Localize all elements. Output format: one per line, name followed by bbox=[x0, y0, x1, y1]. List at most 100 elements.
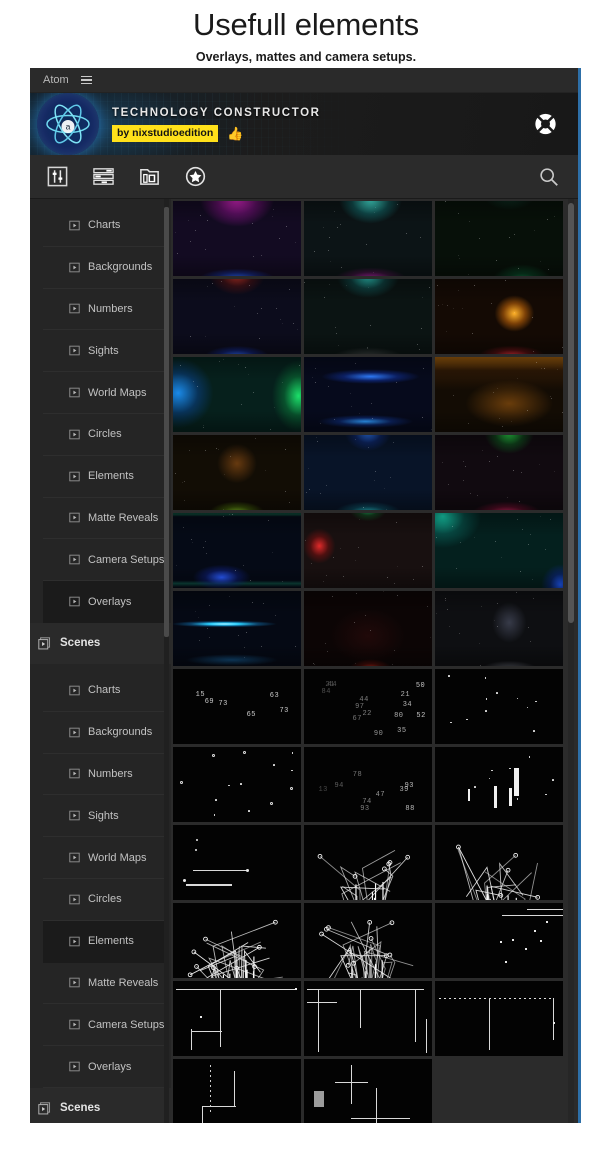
sidebar-item-elements[interactable]: Elements bbox=[43, 921, 165, 963]
thumbnail-item[interactable] bbox=[304, 435, 432, 510]
play-box-icon bbox=[69, 810, 80, 821]
sidebar-item-camera-setups[interactable]: Camera Setups bbox=[43, 539, 165, 581]
thumbnail-item[interactable] bbox=[304, 1059, 432, 1123]
grid-scrollbar-thumb[interactable] bbox=[568, 203, 574, 623]
play-box-icon bbox=[69, 220, 80, 231]
sidebar-item-label: Charts bbox=[88, 219, 120, 231]
sidebar-item-matte-reveals[interactable]: Matte Reveals bbox=[43, 963, 165, 1005]
sidebar-item-label: Circles bbox=[88, 428, 122, 440]
thumbnail-item[interactable] bbox=[173, 825, 301, 900]
thumbnail-item[interactable] bbox=[173, 591, 301, 666]
thumbnail-item[interactable] bbox=[435, 747, 563, 822]
thumbnail-item[interactable] bbox=[304, 825, 432, 900]
play-box-icon bbox=[69, 345, 80, 356]
thumbnail-item[interactable] bbox=[173, 513, 301, 588]
sidebar-item-circles[interactable]: Circles bbox=[43, 414, 165, 456]
life-ring-icon[interactable] bbox=[531, 110, 560, 139]
sidebar-item-label: Overlays bbox=[88, 596, 131, 608]
list-icon[interactable] bbox=[91, 165, 115, 189]
play-box-icon bbox=[69, 554, 80, 565]
sidebar-group: Charts Backgrounds Numbers Sights World Maps… bbox=[30, 199, 171, 623]
sidebar-item-label: Camera Setups bbox=[88, 554, 164, 566]
sidebar-item-world-maps[interactable]: World Maps bbox=[43, 837, 165, 879]
thumbnail-item[interactable] bbox=[435, 591, 563, 666]
play-box-icon bbox=[69, 936, 80, 947]
sidebar-item-label: Matte Reveals bbox=[88, 977, 158, 989]
sidebar-item-overlays[interactable]: Overlays bbox=[43, 1046, 165, 1088]
thumbnail-item[interactable] bbox=[173, 903, 301, 978]
thumbnail-item[interactable] bbox=[435, 825, 563, 900]
window-titlebar: Atom bbox=[30, 68, 578, 93]
sidebar-scrollbar-thumb[interactable] bbox=[164, 207, 169, 637]
sidebar-item-label: Charts bbox=[88, 684, 120, 696]
sidebar-item-label: World Maps bbox=[88, 852, 146, 864]
sidebar-item-circles[interactable]: Circles bbox=[43, 879, 165, 921]
hamburger-icon[interactable] bbox=[81, 76, 92, 85]
thumbs-up-icon[interactable]: 👍 bbox=[227, 127, 243, 140]
thumbnail-item[interactable] bbox=[304, 279, 432, 354]
thumbnail-item[interactable] bbox=[304, 591, 432, 666]
sidebar-item-numbers[interactable]: Numbers bbox=[43, 754, 165, 796]
sidebar-item-sights[interactable]: Sights bbox=[43, 795, 165, 837]
thumbnail-item[interactable] bbox=[173, 201, 301, 276]
sidebar-item-backgrounds[interactable]: Backgrounds bbox=[43, 712, 165, 754]
play-box-icon bbox=[69, 303, 80, 314]
sidebar-item-label: Overlays bbox=[88, 1061, 131, 1073]
sliders-icon[interactable] bbox=[45, 165, 69, 189]
thumbnail-item[interactable] bbox=[173, 981, 301, 1056]
play-box-icon bbox=[69, 596, 80, 607]
sidebar-scenes-label: Scenes bbox=[60, 1102, 100, 1114]
sidebar-item-label: Sights bbox=[88, 345, 119, 357]
thumbnail-item[interactable] bbox=[173, 435, 301, 510]
sidebar-scenes-row[interactable]: Scenes bbox=[30, 1088, 171, 1123]
sidebar-item-world-maps[interactable]: World Maps bbox=[43, 372, 165, 414]
sidebar-scroll-area[interactable]: Charts Backgrounds Numbers Sights World Maps… bbox=[30, 199, 171, 1123]
stacked-play-box-icon bbox=[38, 637, 51, 650]
thumbnail-item[interactable]: 889374139439479378 bbox=[304, 747, 432, 822]
thumbnail-item[interactable]: 657315736963 bbox=[173, 669, 301, 744]
thumbnail-item[interactable] bbox=[435, 435, 563, 510]
sidebar-item-elements[interactable]: Elements bbox=[43, 456, 165, 498]
sidebar-item-matte-reveals[interactable]: Matte Reveals bbox=[43, 498, 165, 540]
play-box-icon bbox=[69, 727, 80, 738]
sidebar-item-numbers[interactable]: Numbers bbox=[43, 289, 165, 331]
app-body: Charts Backgrounds Numbers Sights World Maps… bbox=[30, 199, 578, 1123]
thumbnail-item[interactable] bbox=[304, 903, 432, 978]
sidebar-item-label: Numbers bbox=[88, 768, 133, 780]
star-icon[interactable] bbox=[183, 165, 207, 189]
sidebar-item-backgrounds[interactable]: Backgrounds bbox=[43, 247, 165, 289]
sidebar-item-charts[interactable]: Charts bbox=[43, 670, 165, 712]
sidebar-item-sights[interactable]: Sights bbox=[43, 330, 165, 372]
play-box-icon bbox=[69, 1019, 80, 1030]
thumbnail-item[interactable] bbox=[435, 903, 563, 978]
thumbnail-item[interactable] bbox=[173, 357, 301, 432]
thumbnail-item[interactable] bbox=[435, 513, 563, 588]
thumbnail-item[interactable] bbox=[304, 357, 432, 432]
sidebar-item-overlays[interactable]: Overlays bbox=[43, 581, 165, 623]
thumbnail-item[interactable] bbox=[304, 201, 432, 276]
thumbnail-item[interactable] bbox=[435, 357, 563, 432]
sidebar-item-camera-setups[interactable]: Camera Setups bbox=[43, 1004, 165, 1046]
sidebar-item-label: World Maps bbox=[88, 387, 146, 399]
media-folder-icon[interactable] bbox=[137, 165, 161, 189]
thumbnail-pane[interactable]: 6573157369632197213435848022904444526750… bbox=[171, 199, 578, 1123]
thumbnail-item[interactable] bbox=[435, 279, 563, 354]
thumbnail-item[interactable] bbox=[173, 747, 301, 822]
thumbnail-item[interactable] bbox=[435, 669, 563, 744]
author-badge[interactable]: by nixstudioedition bbox=[112, 125, 218, 142]
thumbnail-item[interactable] bbox=[173, 279, 301, 354]
play-box-icon bbox=[69, 1061, 80, 1072]
sidebar-item-label: Numbers bbox=[88, 303, 133, 315]
thumbnail-grid: 6573157369632197213435848022904444526750… bbox=[172, 201, 578, 1123]
category-sidebar[interactable]: Charts Backgrounds Numbers Sights World Maps… bbox=[30, 199, 171, 1123]
thumbnail-item[interactable] bbox=[304, 981, 432, 1056]
search-icon[interactable] bbox=[538, 166, 560, 188]
sidebar-item-charts[interactable]: Charts bbox=[43, 205, 165, 247]
thumbnail-item[interactable]: 2197213435848022904444526750 bbox=[304, 669, 432, 744]
thumbnail-item[interactable] bbox=[435, 201, 563, 276]
thumbnail-item[interactable] bbox=[435, 981, 563, 1056]
thumbnail-item[interactable] bbox=[304, 513, 432, 588]
sidebar-scenes-row[interactable]: Scenes bbox=[30, 623, 171, 664]
thumbnail-item[interactable] bbox=[173, 1059, 301, 1123]
sidebar-scenes-label: Scenes bbox=[60, 637, 100, 649]
